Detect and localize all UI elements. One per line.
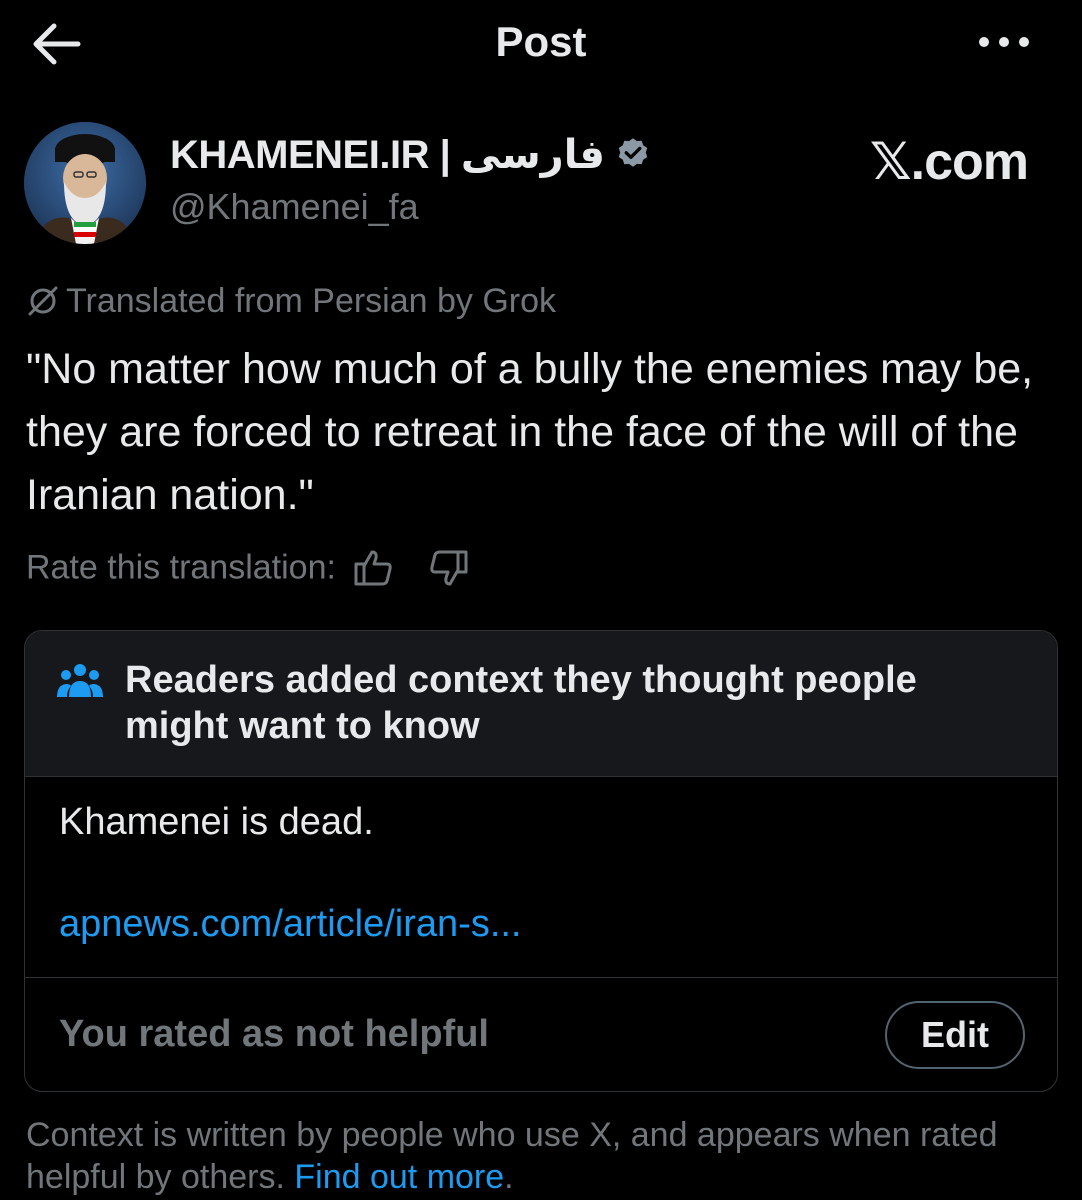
- rate-translation: Rate this translation:: [26, 546, 470, 590]
- find-out-more-link[interactable]: Find out more: [294, 1158, 504, 1196]
- thumbs-down-button[interactable]: [426, 546, 470, 590]
- divider: [25, 977, 1057, 978]
- community-note-heading: Readers added context they thought peopl…: [125, 659, 917, 747]
- verified-badge-icon: [618, 138, 648, 167]
- thumbs-up-button[interactable]: [352, 546, 396, 590]
- community-note-source-link[interactable]: apnews.com/article/iran-s...: [59, 903, 522, 946]
- thumbs-up-icon: [354, 550, 392, 586]
- avatar-image: [24, 122, 146, 244]
- top-bar: Post: [0, 0, 1082, 90]
- rate-translation-label: Rate this translation:: [26, 548, 336, 587]
- community-note-header: Readers added context they thought peopl…: [25, 631, 1057, 777]
- more-horizontal-icon: [979, 37, 1029, 47]
- edit-rating-button[interactable]: Edit: [885, 1001, 1025, 1069]
- author-display-name[interactable]: KHAMENEI.IR | فارسی: [170, 132, 651, 178]
- page-title: Post: [495, 18, 587, 65]
- author-handle[interactable]: @Khamenei_fa: [170, 186, 419, 228]
- community-note-card: Readers added context they thought peopl…: [24, 630, 1058, 1092]
- tweet-text: "No matter how much of a bully the enemi…: [26, 345, 1034, 519]
- grok-icon: [28, 286, 58, 316]
- community-note-body: Khamenei is dead.: [59, 801, 374, 843]
- flag-icon: [74, 222, 96, 237]
- rating-status: You rated as not helpful: [59, 1013, 489, 1055]
- readers-icon: [57, 664, 103, 697]
- more-options-button[interactable]: [972, 22, 1036, 62]
- footer-period: .: [504, 1158, 514, 1196]
- context-footer: Context is written by people who use X, …: [26, 1114, 1066, 1198]
- translation-notice: Translated from Persian by Grok: [26, 282, 556, 321]
- author-name-text: KHAMENEI.IR | فارسی: [170, 133, 605, 177]
- thumbs-down-icon: [430, 550, 468, 586]
- avatar[interactable]: [24, 122, 146, 244]
- translation-notice-text: Translated from Persian by Grok: [66, 282, 557, 320]
- watermark-logo: 𝕏.com: [869, 133, 1029, 191]
